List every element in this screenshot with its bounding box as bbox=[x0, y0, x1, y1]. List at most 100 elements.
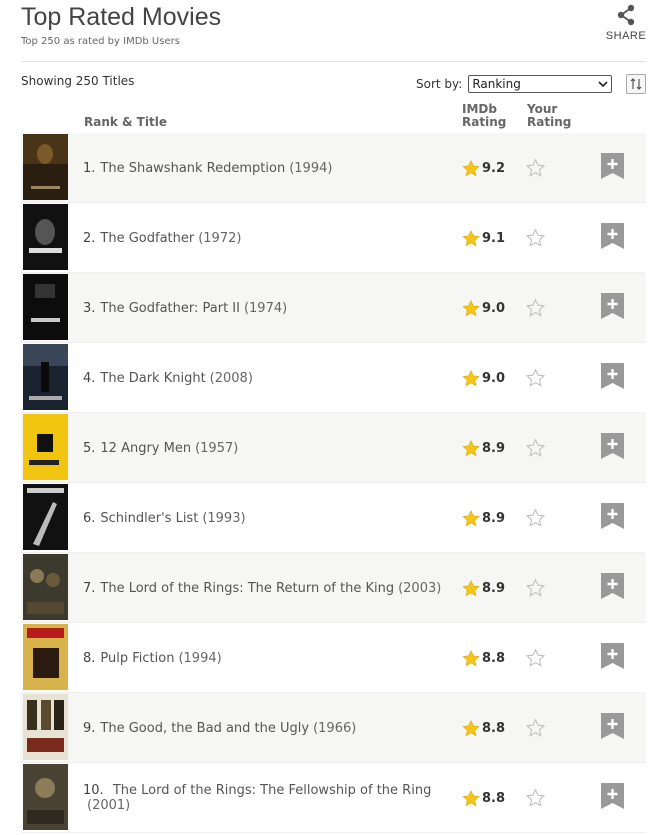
star-outline-icon bbox=[526, 509, 545, 527]
add-to-watchlist-icon[interactable] bbox=[601, 643, 624, 669]
table-row: 10. The Lord of the Rings: The Fellowshi… bbox=[21, 763, 646, 833]
add-to-watchlist-icon[interactable] bbox=[601, 293, 624, 319]
your-rating-button[interactable] bbox=[526, 623, 545, 693]
movie-title-link[interactable]: The Lord of the Rings: The Return of the… bbox=[100, 581, 394, 596]
poster-image[interactable] bbox=[23, 624, 68, 690]
poster-image[interactable] bbox=[23, 414, 68, 480]
add-to-watchlist-icon[interactable] bbox=[601, 573, 624, 599]
table-row: 8. Pulp Fiction (1994) 8.8 bbox=[21, 623, 646, 693]
your-rating-button[interactable] bbox=[526, 483, 545, 553]
movie-year: (1994) bbox=[178, 650, 222, 666]
rating-value: 8.9 bbox=[482, 510, 506, 526]
add-to-watchlist-icon[interactable] bbox=[601, 713, 624, 739]
rank-number: 8. bbox=[83, 650, 96, 666]
imdb-rating: 9.2 bbox=[462, 133, 505, 203]
sort-direction-icon bbox=[630, 78, 642, 90]
imdb-rating: 8.9 bbox=[462, 483, 505, 553]
your-rating-button[interactable] bbox=[526, 553, 545, 623]
movie-title-link[interactable]: The Lord of the Rings: The Fellowship of… bbox=[113, 783, 432, 798]
poster-image[interactable] bbox=[23, 134, 68, 200]
movie-year: (1966) bbox=[313, 720, 357, 736]
share-icon bbox=[617, 4, 635, 26]
add-to-watchlist-icon[interactable] bbox=[601, 153, 624, 179]
title-cell: 9. The Good, the Bad and the Ugly (1966) bbox=[83, 693, 458, 763]
star-filled-icon bbox=[462, 159, 480, 176]
star-filled-icon bbox=[462, 229, 480, 246]
table-row: 2. The Godfather (1972) 9.1 bbox=[21, 203, 646, 273]
movie-year: (1974) bbox=[243, 300, 288, 316]
imdb-rating: 8.8 bbox=[462, 763, 505, 833]
imdb-rating: 8.9 bbox=[462, 413, 505, 483]
star-outline-icon bbox=[526, 299, 545, 317]
poster-image[interactable] bbox=[23, 344, 68, 410]
add-to-watchlist-icon[interactable] bbox=[601, 783, 624, 809]
poster-image[interactable] bbox=[23, 204, 68, 270]
movie-year: (1993) bbox=[202, 510, 246, 526]
title-cell: 6. Schindler's List (1993) bbox=[83, 483, 458, 553]
chevron-down-icon bbox=[598, 80, 608, 87]
your-rating-button[interactable] bbox=[526, 273, 545, 343]
movie-title-link[interactable]: 12 Angry Men bbox=[100, 441, 191, 456]
star-filled-icon bbox=[462, 789, 480, 806]
rating-value: 9.0 bbox=[482, 370, 506, 386]
imdb-rating: 9.0 bbox=[462, 343, 505, 413]
your-rating-button[interactable] bbox=[526, 203, 545, 273]
page-title: Top Rated Movies bbox=[21, 3, 222, 31]
add-to-watchlist-icon[interactable] bbox=[601, 223, 624, 249]
star-outline-icon bbox=[526, 159, 545, 177]
table-row: 6. Schindler's List (1993) 8.9 bbox=[21, 483, 646, 553]
title-cell: 7. The Lord of the Rings: The Return of … bbox=[83, 553, 458, 623]
title-cell: 8. Pulp Fiction (1994) bbox=[83, 623, 458, 693]
your-rating-button[interactable] bbox=[526, 763, 545, 833]
movie-title-link[interactable]: The Dark Knight bbox=[100, 371, 205, 386]
rank-number: 10. bbox=[83, 783, 104, 798]
star-outline-icon bbox=[526, 229, 545, 247]
imdb-rating: 8.8 bbox=[462, 623, 505, 693]
poster-image[interactable] bbox=[23, 274, 68, 340]
rating-value: 8.8 bbox=[482, 650, 506, 666]
movie-title-link[interactable]: Pulp Fiction bbox=[100, 651, 174, 666]
your-rating-button[interactable] bbox=[526, 343, 545, 413]
rank-number: 3. bbox=[83, 300, 96, 316]
star-filled-icon bbox=[462, 719, 480, 736]
movie-title-link[interactable]: The Good, the Bad and the Ugly bbox=[100, 721, 309, 736]
table-row: 4. The Dark Knight (2008) 9.0 bbox=[21, 343, 646, 413]
movie-title-link[interactable]: The Shawshank Redemption bbox=[100, 161, 285, 176]
sort-label: Sort by: bbox=[416, 77, 463, 91]
sort-select[interactable]: Ranking bbox=[468, 75, 613, 93]
poster-image[interactable] bbox=[23, 694, 68, 760]
your-rating-button[interactable] bbox=[526, 413, 545, 483]
star-outline-icon bbox=[526, 649, 545, 667]
add-to-watchlist-icon[interactable] bbox=[601, 363, 624, 389]
rating-value: 9.0 bbox=[482, 300, 506, 316]
poster-image[interactable] bbox=[23, 764, 68, 830]
movie-title-link[interactable]: Schindler's List bbox=[100, 511, 198, 526]
column-header-imdb-rating[interactable]: IMDb Rating bbox=[462, 103, 506, 129]
column-header-imdb-line2: Rating bbox=[462, 115, 507, 129]
poster-image[interactable] bbox=[23, 554, 68, 620]
sort-direction-toggle[interactable] bbox=[626, 74, 646, 94]
share-button[interactable]: SHARE bbox=[601, 4, 651, 42]
title-cell: 10. The Lord of the Rings: The Fellowshi… bbox=[83, 763, 458, 833]
table-row: 5. 12 Angry Men (1957) 8.9 bbox=[21, 413, 646, 483]
star-filled-icon bbox=[462, 509, 480, 526]
your-rating-button[interactable] bbox=[526, 693, 545, 763]
add-to-watchlist-icon[interactable] bbox=[601, 433, 624, 459]
movie-title-link[interactable]: The Godfather: Part II bbox=[100, 301, 240, 316]
header-divider bbox=[21, 61, 646, 62]
star-filled-icon bbox=[462, 299, 480, 316]
star-outline-icon bbox=[526, 719, 545, 737]
sort-select-value: Ranking bbox=[472, 77, 521, 91]
column-header-your-line2: Rating bbox=[527, 115, 572, 129]
column-header-rank-title[interactable]: Rank & Title bbox=[84, 116, 167, 129]
title-cell: 3. The Godfather: Part II (1974) bbox=[83, 273, 458, 343]
rank-number: 5. bbox=[83, 440, 96, 456]
column-header-your-rating[interactable]: Your Rating bbox=[527, 103, 571, 129]
your-rating-button[interactable] bbox=[526, 133, 545, 203]
poster-image[interactable] bbox=[23, 484, 68, 550]
sort-control: Sort by: Ranking bbox=[416, 75, 613, 93]
rank-number: 4. bbox=[83, 370, 96, 386]
add-to-watchlist-icon[interactable] bbox=[601, 503, 624, 529]
title-text-block: 10. The Lord of the Rings: The Fellowshi… bbox=[83, 783, 458, 813]
movie-title-link[interactable]: The Godfather bbox=[100, 231, 194, 246]
